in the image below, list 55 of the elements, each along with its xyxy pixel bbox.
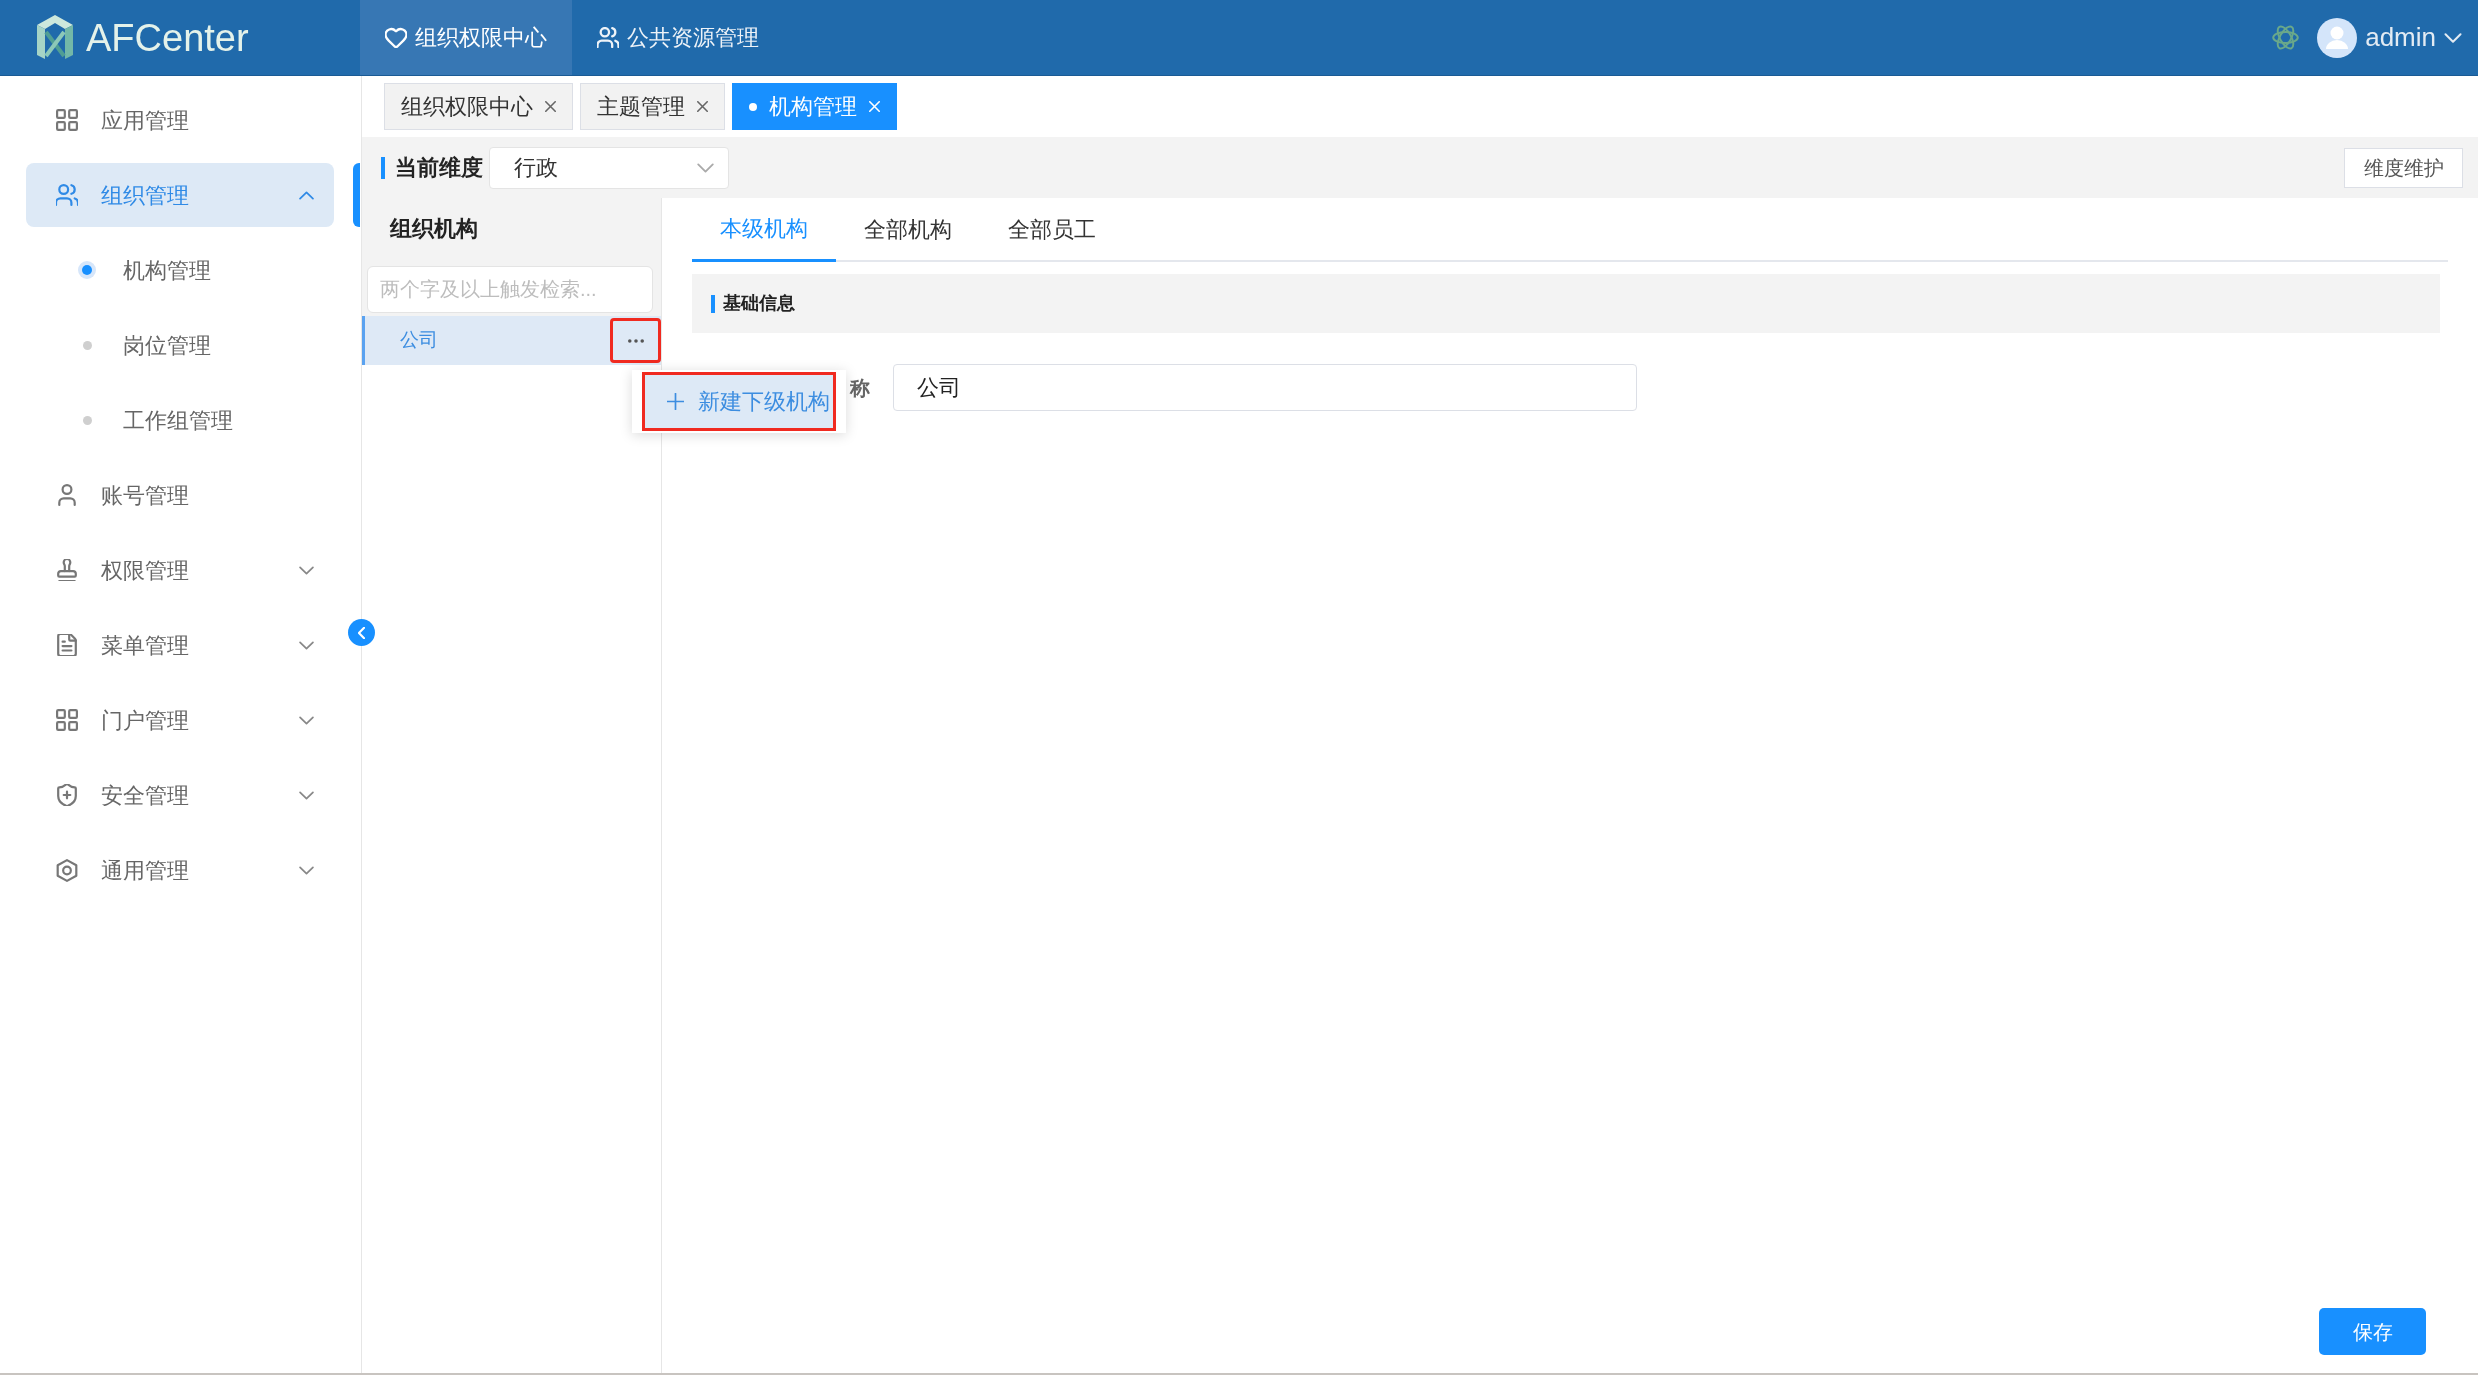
sidebar-item[interactable]: 应用管理 bbox=[26, 88, 334, 152]
heart-icon bbox=[385, 27, 407, 48]
detail-tab[interactable]: 全部机构 bbox=[836, 198, 980, 260]
search-field[interactable]: 两个字及以上触发检索... bbox=[367, 266, 653, 313]
chevron-down-icon bbox=[697, 162, 714, 173]
sidebar-subitem[interactable]: 岗位管理 bbox=[26, 313, 334, 377]
accent-bar bbox=[711, 294, 715, 313]
save-button[interactable]: 保存 bbox=[2319, 1308, 2426, 1355]
sidebar-subitem[interactable]: 工作组管理 bbox=[26, 388, 334, 452]
sidebar-subitem[interactable]: 机构管理 bbox=[26, 238, 334, 302]
user-icon bbox=[56, 484, 78, 506]
detail-tab[interactable]: 全部员工 bbox=[980, 198, 1124, 260]
name-field[interactable]: 公司 bbox=[893, 364, 1637, 411]
active-indicator bbox=[353, 163, 360, 227]
field-label: 称 bbox=[850, 375, 870, 401]
logo-icon bbox=[35, 14, 75, 61]
page-tab[interactable]: 主题管理 bbox=[580, 83, 725, 130]
section-title: 基础信息 bbox=[723, 292, 795, 315]
more-button[interactable] bbox=[610, 318, 661, 363]
page-tab[interactable]: 组织权限中心 bbox=[384, 83, 573, 130]
grid-icon bbox=[56, 709, 78, 731]
sidebar-item[interactable]: 安全管理 bbox=[26, 763, 334, 827]
logo-text: AFCenter bbox=[86, 18, 249, 57]
sidebar-item[interactable]: 权限管理 bbox=[26, 538, 334, 602]
page-tab[interactable]: 机构管理 bbox=[732, 83, 897, 130]
sidebar-item[interactable]: 组织管理 bbox=[26, 163, 334, 227]
close-icon[interactable] bbox=[545, 101, 556, 112]
collapse-button[interactable] bbox=[348, 619, 375, 646]
sidebar-item[interactable]: 菜单管理 bbox=[26, 613, 334, 677]
grid-icon bbox=[56, 109, 78, 131]
users-icon bbox=[597, 27, 619, 48]
dimension-maintain-button[interactable]: 维度维护 bbox=[2344, 147, 2463, 188]
nav-tab[interactable]: 组织权限中心 bbox=[360, 0, 572, 75]
chevron-down-icon bbox=[2444, 32, 2462, 43]
panel-title: 组织机构 bbox=[390, 214, 478, 243]
sidebar-item[interactable]: 账号管理 bbox=[26, 463, 334, 527]
document-icon bbox=[56, 634, 78, 656]
hexagon-icon bbox=[56, 858, 78, 882]
ellipsis-icon bbox=[627, 338, 644, 343]
plus-icon bbox=[667, 393, 684, 410]
user-menu[interactable]: admin bbox=[2317, 17, 2462, 58]
accent-bar bbox=[381, 156, 385, 179]
avatar-icon bbox=[2317, 17, 2358, 58]
sidebar-item[interactable]: 通用管理 bbox=[26, 838, 334, 902]
nav-tab[interactable]: 公共资源管理 bbox=[572, 0, 784, 75]
chevron-left-icon bbox=[358, 626, 365, 639]
dimension-select[interactable]: 行政 bbox=[489, 146, 729, 189]
users-icon bbox=[56, 184, 78, 206]
close-icon[interactable] bbox=[697, 101, 708, 112]
dimension-label: 当前维度 bbox=[395, 154, 483, 182]
stamp-icon bbox=[56, 559, 78, 581]
atom-icon[interactable] bbox=[2272, 24, 2300, 51]
sidebar-item[interactable]: 门户管理 bbox=[26, 688, 334, 752]
detail-tab[interactable]: 本级机构 bbox=[692, 198, 836, 262]
shield-plus-icon bbox=[56, 784, 78, 806]
